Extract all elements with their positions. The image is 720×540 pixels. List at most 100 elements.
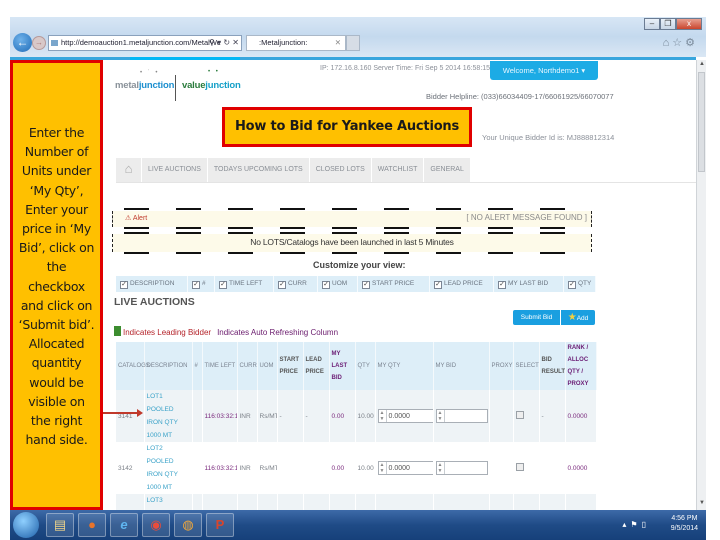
leading-bidder-badge-icon [114, 326, 121, 336]
browser-tools: ⌂☆⚙ [663, 36, 698, 49]
bid-result-cell: - [539, 494, 566, 510]
proxy-cell [489, 494, 514, 510]
back-button[interactable]: ← [13, 33, 32, 52]
column-toggle-lead-price[interactable]: ✓ LEAD PRICE [430, 276, 494, 292]
battery-icon[interactable]: ▯ [642, 520, 650, 529]
powerpoint-icon[interactable]: P [206, 513, 234, 537]
select-cell [513, 494, 540, 510]
main-nav: ⌂ LIVE AUCTIONS TODAYS UPCOMING LOTS CLO… [116, 158, 471, 182]
checkbox-checked-icon[interactable]: ✓ [322, 281, 330, 289]
proxy-cell [489, 442, 514, 494]
col-uom: UOM [257, 342, 278, 390]
start-price-cell: - [277, 390, 304, 442]
description-link[interactable]: LOT3 POOLED IRON QTY 1000 MT [144, 494, 193, 510]
checkbox-checked-icon[interactable]: ✓ [278, 281, 286, 289]
valuejunction-logo[interactable]: valuejunction [182, 80, 241, 91]
stepper-arrows-icon[interactable]: ▲ ▼ [437, 410, 445, 422]
my-qty-stepper[interactable]: ▲ ▼ 0.0000 [377, 409, 432, 423]
bidder-helpline: Bidder Helpline: (033)66034409-17/660619… [426, 92, 614, 101]
scrollbar-thumb[interactable] [698, 72, 705, 172]
stepper-arrows-icon[interactable]: ▲ ▼ [437, 462, 445, 474]
page-scrollbar[interactable]: ▲ ▼ [696, 60, 706, 510]
new-lots-bar: No LOTS/Catalogs have been launched in l… [112, 234, 592, 252]
my-qty-cell: ▲▼0.0000 [375, 390, 434, 442]
nav-live-auctions[interactable]: LIVE AUCTIONS [142, 158, 208, 182]
alert-bar: ⚠ Alert [ NO ALERT MESSAGE FOUND ] [112, 211, 592, 227]
description-link[interactable]: LOT1 POOLED IRON QTY 1000 MT [144, 390, 193, 442]
chrome-icon[interactable]: ◉ [142, 513, 170, 537]
clock[interactable]: 4:56 PM 9/5/2014 [671, 514, 698, 534]
column-toggle-description[interactable]: ✓ DESCRIPTION [116, 276, 188, 292]
col-catalogs: CATALOGS [116, 342, 150, 390]
metaljunction-logo[interactable]: metaljunction [115, 80, 174, 91]
column-toggle-qty[interactable]: ✓ QTY [564, 276, 596, 292]
logo-dots-icon: • • [208, 69, 220, 75]
column-toggle-number[interactable]: ✓ # [188, 276, 215, 292]
clock-time: 4:56 PM [671, 515, 698, 522]
time-left-cell: 116:03:32:18 [202, 442, 238, 494]
forward-button[interactable]: → [32, 36, 46, 50]
select-checkbox[interactable] [515, 463, 524, 471]
checkbox-checked-icon[interactable]: ✓ [568, 281, 576, 289]
col-start-price: START PRICE [277, 342, 304, 390]
table-row: 3142 LOT2 POOLED IRON QTY 1000 MT 116:03… [116, 442, 597, 494]
my-last-bid-cell: 0.00 [329, 494, 356, 510]
internet-explorer-icon[interactable]: e [110, 513, 138, 537]
nav-todays-upcoming-lots[interactable]: TODAYS UPCOMING LOTS [208, 158, 310, 182]
tab-close-icon[interactable]: ✕ [335, 36, 341, 50]
scroll-down-icon[interactable]: ▼ [698, 500, 706, 508]
file-explorer-icon[interactable]: ▤ [46, 513, 74, 537]
checkbox-checked-icon[interactable]: ✓ [498, 281, 506, 289]
restore-button[interactable]: ❐ [660, 18, 676, 30]
close-window-button[interactable]: x [676, 18, 702, 30]
start-button[interactable] [13, 512, 39, 538]
column-toggle-time-left[interactable]: ✓ TIME LEFT [215, 276, 274, 292]
col-my-last-bid: MY LAST BID [329, 342, 356, 390]
checkbox-checked-icon[interactable]: ✓ [219, 281, 227, 289]
firefox-icon[interactable]: ● [78, 513, 106, 537]
curr-cell: INR [237, 494, 258, 510]
col-rank: RANK / ALLOC QTY / PROXY [565, 342, 597, 390]
scroll-up-icon[interactable]: ▲ [698, 61, 706, 69]
new-tab-button[interactable] [346, 35, 360, 51]
address-controls[interactable]: ⚲ ▾ ↻ ✕ [209, 36, 239, 50]
column-toggle-my-last-bid[interactable]: ✓ MY LAST BID [494, 276, 564, 292]
stepper-arrows-icon[interactable]: ▲ ▼ [379, 462, 387, 474]
description-link[interactable]: LOT2 POOLED IRON QTY 1000 MT [144, 442, 193, 494]
my-bid-stepper[interactable]: ▲ ▼ [435, 409, 488, 423]
checkbox-checked-icon[interactable]: ✓ [434, 281, 442, 289]
minimize-button[interactable]: – [644, 18, 660, 30]
nav-general[interactable]: GENERAL [424, 158, 471, 182]
my-bid-stepper[interactable]: ▲ ▼ [435, 461, 488, 475]
browser-tab[interactable]: :Metaljunction: ✕ [246, 35, 346, 51]
column-toggle-uom[interactable]: ✓ UOM [318, 276, 358, 292]
star-icon[interactable]: ☆ [672, 37, 685, 49]
nav-home-icon[interactable]: ⌂ [116, 158, 142, 182]
tutorial-title: How to Bid for Yankee Auctions [234, 119, 460, 134]
column-toggle-curr[interactable]: ✓ CURR [274, 276, 318, 292]
rank-cell: 0.0000 [565, 442, 597, 494]
add-button[interactable]: ★Add [561, 310, 595, 325]
time-left-cell: 116:03:32:18 [202, 494, 238, 510]
nav-closed-lots[interactable]: CLOSED LOTS [310, 158, 372, 182]
address-bar[interactable]: http://demoauction1.metaljunction.com/Me… [48, 35, 242, 51]
gear-icon[interactable]: ⚙ [685, 37, 698, 49]
nav-watchlist[interactable]: WATCHLIST [372, 158, 425, 182]
select-checkbox[interactable] [515, 411, 524, 419]
start-price-cell: - [277, 494, 304, 510]
welcome-menu[interactable]: Welcome, Northdemo1 ▾ [490, 61, 598, 80]
column-toggle-start-price[interactable]: ✓ START PRICE [358, 276, 430, 292]
home-icon[interactable]: ⌂ [663, 37, 673, 49]
stepper-arrows-icon[interactable]: ▲ ▼ [379, 410, 387, 422]
checkbox-checked-icon[interactable]: ✓ [362, 281, 370, 289]
flag-icon[interactable]: ⚑ [630, 520, 641, 529]
app-icon[interactable]: ◍ [174, 513, 202, 537]
select-cell [513, 442, 540, 494]
checkbox-checked-icon[interactable]: ✓ [192, 281, 200, 289]
my-qty-stepper[interactable]: ▲ ▼ 0.0000 [377, 461, 432, 475]
window-controls: – ❐ x [644, 18, 702, 30]
submit-bid-button[interactable]: Submit Bid [513, 310, 561, 325]
checkbox-checked-icon[interactable]: ✓ [120, 281, 128, 289]
col-bid-result: BID RESULT [539, 342, 566, 390]
lead-price-cell: - [303, 494, 330, 510]
